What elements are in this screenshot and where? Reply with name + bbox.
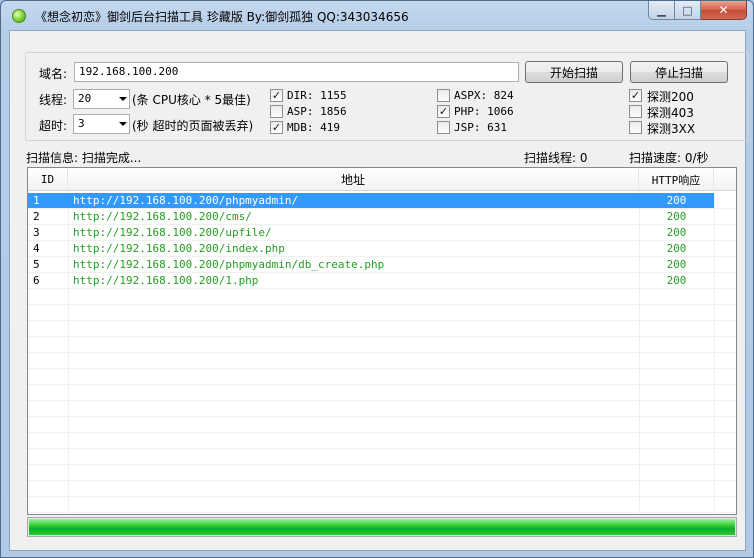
- table-row[interactable]: 2 http://192.168.100.200/cms/200: [28, 209, 736, 225]
- row-id-cell: 1: [28, 193, 68, 209]
- grid-line: [28, 320, 736, 321]
- maximize-icon: □: [682, 3, 693, 17]
- stop-scan-button[interactable]: 停止扫描: [630, 61, 728, 83]
- grid-line: [28, 400, 736, 401]
- table-row[interactable]: 1 http://192.168.100.200/phpmyadmin/200: [28, 193, 736, 209]
- timeout-select[interactable]: 3: [73, 114, 130, 134]
- row-http-cell: 200: [666, 258, 687, 271]
- dict-jsp-label: JSP: 631: [454, 121, 507, 134]
- table-row[interactable]: 5 http://192.168.100.200/phpmyadmin/db_cr…: [28, 257, 736, 273]
- dict-php-label: PHP: 1066: [454, 105, 514, 118]
- column-http[interactable]: HTTP响应: [639, 168, 714, 191]
- grid-line: [28, 496, 736, 497]
- grid-line: [28, 448, 736, 449]
- grid-line: [28, 480, 736, 481]
- domain-input[interactable]: 192.168.100.200: [74, 62, 519, 82]
- app-icon: [12, 9, 26, 23]
- grid-line: [28, 272, 736, 273]
- row-id-cell: 3: [33, 226, 40, 239]
- grid-line: [28, 224, 736, 225]
- grid-line: [28, 240, 736, 241]
- window-title: 《想念初恋》御剑后台扫描工具 珍藏版 By:御剑孤独 QQ:343034656: [35, 10, 409, 24]
- row-http-cell: 200: [666, 210, 687, 223]
- minimize-button[interactable]: ▁: [648, 1, 675, 20]
- probe-403-label: 探测403: [647, 106, 694, 120]
- grid-line: [28, 304, 736, 305]
- start-scan-button[interactable]: 开始扫描: [525, 61, 623, 83]
- scan-speed-status: 扫描速度: 0/秒: [629, 151, 709, 165]
- grid-line: [28, 432, 736, 433]
- progress-fill: [29, 519, 735, 535]
- domain-label: 域名:: [39, 67, 68, 81]
- threads-hint: (条 CPU核心 * 5最佳): [132, 93, 251, 107]
- row-id-cell: 4: [33, 242, 40, 255]
- close-icon: ✕: [718, 3, 729, 17]
- dict-asp-label: ASP: 1856: [287, 105, 347, 118]
- dict-php-checkbox[interactable]: ✓: [437, 105, 450, 118]
- dict-aspx-checkbox[interactable]: [437, 89, 450, 102]
- row-http-cell: 200: [666, 274, 687, 287]
- dict-dir-label: DIR: 1155: [287, 89, 347, 102]
- grid-line: [28, 384, 736, 385]
- grid-line: [28, 208, 736, 209]
- timeout-label: 超时:: [39, 119, 68, 133]
- timeout-hint: (秒 超时的页面被丢弃): [132, 119, 254, 133]
- row-url-cell: http://192.168.100.200/cms/: [73, 210, 252, 223]
- grid-line: [28, 512, 736, 513]
- row-http-cell: 200: [666, 242, 687, 255]
- grid-line: [28, 464, 736, 465]
- row-id-cell: 5: [33, 258, 40, 271]
- row-http-cell: 200: [639, 193, 714, 209]
- row-url-cell: http://192.168.100.200/phpmyadmin/db_cre…: [73, 258, 385, 271]
- title-bar[interactable]: 《想念初恋》御剑后台扫描工具 珍藏版 By:御剑孤独 QQ:343034656 …: [1, 1, 753, 31]
- grid-line: [28, 256, 736, 257]
- results-list[interactable]: ID 地址 HTTP响应 1 http://192.168.100.200/php…: [27, 167, 737, 515]
- timeout-value: 3: [78, 117, 85, 130]
- scan-threads-status: 扫描线程: 0: [524, 151, 588, 165]
- probe-3xx-label: 探测3XX: [647, 122, 696, 136]
- column-url[interactable]: 地址: [68, 168, 639, 191]
- results-header: ID 地址 HTTP响应: [28, 168, 736, 191]
- close-button[interactable]: ✕: [701, 1, 747, 20]
- table-row[interactable]: 3 http://192.168.100.200/upfile/200: [28, 225, 736, 241]
- row-id-cell: 6: [33, 274, 40, 287]
- client-area: 域名: 192.168.100.200 开始扫描 停止扫描 线程: 20 (条 …: [9, 30, 749, 551]
- row-url-cell: http://192.168.100.200/index.php: [73, 242, 285, 255]
- dict-asp-checkbox[interactable]: [270, 105, 283, 118]
- probe-403-checkbox[interactable]: [629, 105, 642, 118]
- dict-jsp-checkbox[interactable]: [437, 121, 450, 134]
- threads-value: 20: [78, 92, 92, 105]
- column-id[interactable]: ID: [28, 168, 68, 191]
- app-window: 《想念初恋》御剑后台扫描工具 珍藏版 By:御剑孤独 QQ:343034656 …: [0, 0, 754, 558]
- dict-aspx-label: ASPX: 824: [454, 89, 514, 102]
- table-row[interactable]: 6 http://192.168.100.200/1.php 200: [28, 273, 736, 289]
- row-url-cell: http://192.168.100.200/1.php: [73, 274, 259, 287]
- dict-mdb-label: MDB: 419: [287, 121, 340, 134]
- probe-200-checkbox[interactable]: ✓: [629, 89, 642, 102]
- threads-label: 线程:: [39, 93, 68, 107]
- grid-line: [28, 336, 736, 337]
- maximize-button[interactable]: □: [675, 1, 701, 20]
- probe-200-label: 探测200: [647, 90, 694, 104]
- grid-line: [28, 416, 736, 417]
- minimize-icon: ▁: [657, 3, 666, 17]
- grid-line: [28, 368, 736, 369]
- probe-3xx-checkbox[interactable]: [629, 121, 642, 134]
- row-url-cell: http://192.168.100.200/upfile/: [73, 226, 272, 239]
- dict-mdb-checkbox[interactable]: ✓: [270, 121, 283, 134]
- threads-select[interactable]: 20: [73, 89, 130, 109]
- window-controls: ▁ □ ✕: [648, 1, 747, 21]
- grid-line: [28, 352, 736, 353]
- chevron-down-icon: [119, 97, 127, 101]
- dict-dir-checkbox[interactable]: ✓: [270, 89, 283, 102]
- row-id-cell: 2: [33, 210, 40, 223]
- row-url-cell: http://192.168.100.200/phpmyadmin/: [68, 193, 639, 209]
- scan-progress-bar: [27, 517, 737, 537]
- row-http-cell: 200: [666, 226, 687, 239]
- scan-info-status: 扫描信息: 扫描完成...: [26, 151, 142, 165]
- table-row[interactable]: 4 http://192.168.100.200/index.php 200: [28, 241, 736, 257]
- grid-line: [28, 288, 736, 289]
- chevron-down-icon: [119, 122, 127, 126]
